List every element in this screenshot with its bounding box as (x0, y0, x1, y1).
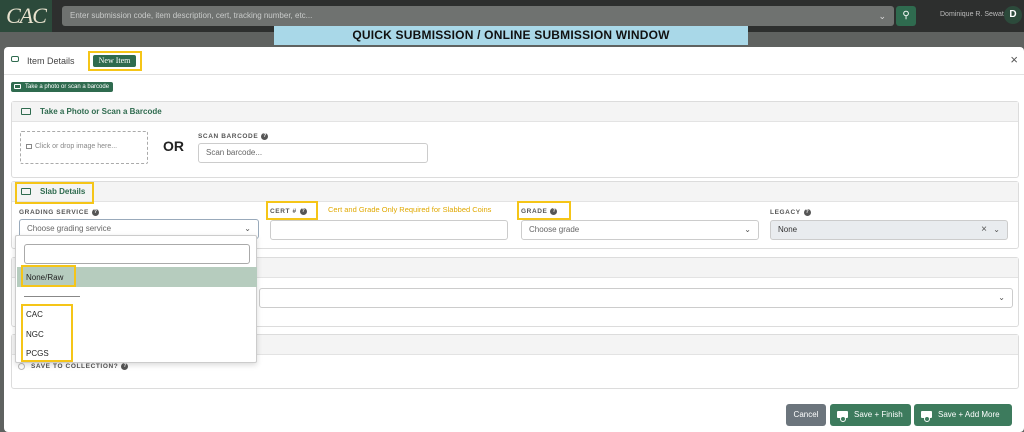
photo-scan-card: Take a Photo or Scan a Barcode Click or … (11, 101, 1019, 178)
cert-highlight (266, 201, 318, 220)
image-dropzone[interactable]: Click or drop image here... (20, 131, 148, 164)
dropdown-divider (24, 296, 80, 297)
legacy-label: LEGACY? (770, 209, 811, 216)
modal-header: Item Details New Item × (4, 47, 1024, 75)
cert-input[interactable] (270, 220, 508, 240)
barcode-icon (21, 108, 31, 115)
camera-icon (14, 84, 21, 89)
truck-icon (921, 411, 932, 422)
search-button[interactable]: ⚲ (896, 6, 916, 26)
save-to-collection-text: SAVE TO COLLECTION? (31, 363, 119, 371)
save-to-collection-label: SAVE TO COLLECTION?? (18, 363, 129, 371)
global-search-input[interactable]: Enter submission code, item description,… (62, 6, 894, 26)
chevron-down-icon[interactable]: ⌄ (878, 6, 886, 26)
avatar[interactable]: D (1004, 6, 1022, 24)
image-icon (26, 144, 32, 149)
info-icon[interactable]: ? (91, 209, 99, 216)
chevron-down-icon[interactable]: ⌄ (998, 289, 1005, 307)
save-add-more-label: Save + Add More (938, 410, 1000, 419)
grading-service-label-text: GRADING SERVICE (19, 209, 89, 217)
photo-scan-header: Take a Photo or Scan a Barcode (12, 102, 1018, 122)
scan-barcode-label: SCAN BARCODE? (198, 133, 269, 141)
slab-details-header: Slab Details (12, 182, 1018, 202)
save-finish-button[interactable]: Save + Finish (830, 404, 911, 426)
truck-icon (837, 411, 848, 422)
photo-scan-title: Take a Photo or Scan a Barcode (40, 107, 162, 116)
save-add-more-button[interactable]: Save + Add More (914, 404, 1012, 426)
modal-title: Item Details (27, 56, 75, 66)
cert-grade-note: Cert and Grade Only Required for Slabbed… (328, 205, 492, 214)
legacy-value: None (778, 225, 798, 234)
close-icon[interactable]: × (1010, 53, 1018, 66)
slab-title-highlight (15, 182, 94, 204)
coin-icon (11, 56, 19, 62)
scan-barcode-input[interactable]: Scan barcode... (198, 143, 428, 163)
legacy-label-text: LEGACY (770, 209, 801, 217)
dropzone-label: Click or drop image here... (35, 143, 118, 150)
save-finish-label: Save + Finish (854, 410, 903, 419)
new-item-highlight: New Item (88, 51, 142, 71)
legacy-select[interactable]: None × ⌄ (770, 220, 1008, 240)
user-name[interactable]: Dominique R. Sewat (940, 11, 1004, 18)
scan-barcode-placeholder: Scan barcode... (206, 148, 263, 157)
search-icon: ⚲ (902, 10, 910, 21)
chevron-down-icon[interactable]: ⌄ (993, 221, 1000, 239)
info-icon[interactable]: ? (803, 209, 811, 216)
grade-highlight (517, 201, 571, 220)
cancel-button[interactable]: Cancel (786, 404, 826, 426)
annotation-banner: QUICK SUBMISSION / ONLINE SUBMISSION WIN… (274, 26, 748, 45)
info-icon[interactable]: ? (121, 363, 129, 370)
new-item-badge: New Item (93, 55, 136, 67)
scan-barcode-label-text: SCAN BARCODE (198, 133, 259, 141)
grading-service-label: GRADING SERVICE? (19, 209, 99, 216)
info-icon[interactable]: ? (261, 133, 269, 140)
grading-options-highlight (21, 304, 73, 362)
or-separator: OR (163, 138, 184, 154)
save-to-collection-radio[interactable] (18, 363, 25, 370)
take-photo-chip[interactable]: Take a photo or scan a barcode (11, 82, 114, 92)
grade-placeholder: Choose grade (529, 225, 580, 234)
search-placeholder: Enter submission code, item description,… (70, 11, 313, 20)
dropdown-search-input[interactable] (24, 244, 250, 264)
take-photo-chip-label: Take a photo or scan a barcode (25, 84, 110, 90)
clear-icon[interactable]: × (981, 221, 987, 239)
coin-select[interactable]: ⌄ (259, 288, 1013, 308)
cac-logo[interactable]: CAC (0, 0, 52, 32)
grading-service-placeholder: Choose grading service (27, 224, 112, 233)
grade-select[interactable]: Choose grade ⌄ (521, 220, 759, 240)
none-raw-highlight (21, 265, 76, 287)
chevron-down-icon[interactable]: ⌄ (744, 221, 751, 239)
